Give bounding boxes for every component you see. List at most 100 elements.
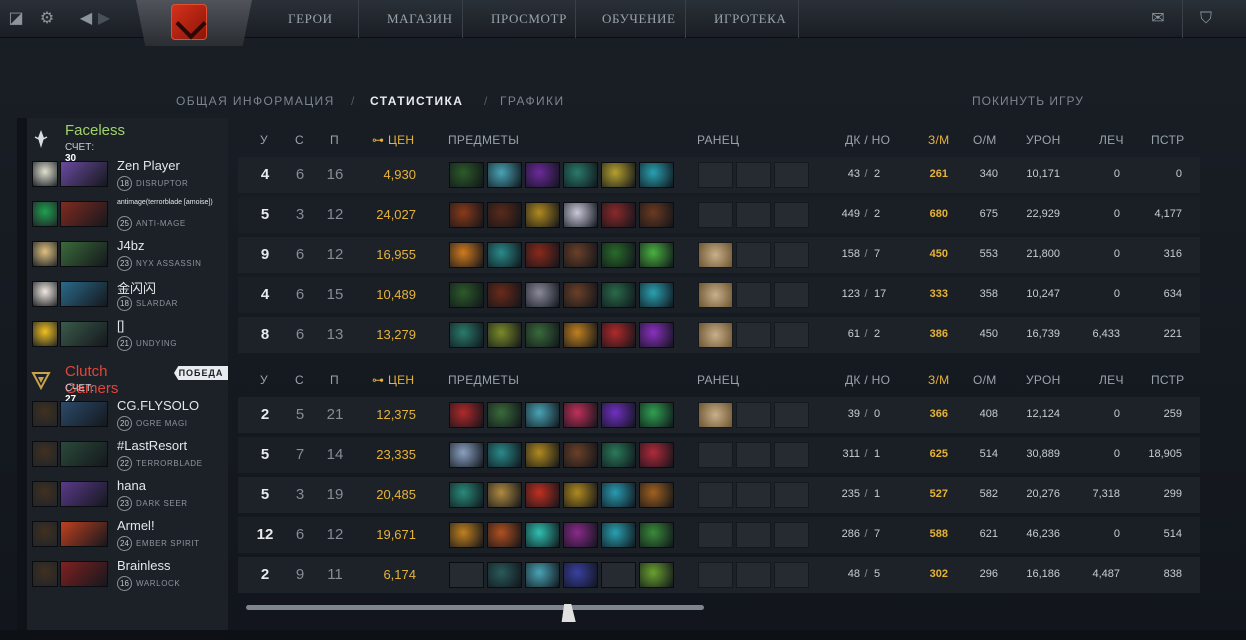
header-building-dmg[interactable]: ПСТР [1151,373,1184,387]
hero-portrait[interactable] [60,521,108,547]
header-xpm[interactable]: О/М [973,373,997,387]
item-slot-icon[interactable] [601,162,636,188]
header-xpm[interactable]: О/М [973,133,997,147]
backpack-slot-icon[interactable] [736,202,771,228]
backpack-slot-icon[interactable] [698,242,733,268]
tab-graphs[interactable]: ГРАФИКИ [500,94,564,108]
header-lh-dn[interactable]: ДК / НО [845,133,890,147]
item-slot-icon[interactable] [601,522,636,548]
mail-icon[interactable]: ✉ [1148,9,1168,29]
dota-menu-icon[interactable]: ◪ [6,9,26,29]
player-card[interactable]: Armel! 24 EMBER SPIRIT [30,517,228,553]
backpack-slot-icon[interactable] [698,442,733,468]
item-slot-icon[interactable] [639,482,674,508]
hero-portrait[interactable] [60,481,108,507]
item-slot-icon[interactable] [487,282,522,308]
item-slot-icon[interactable] [487,522,522,548]
forward-arrow-icon[interactable]: ▶ [94,9,114,29]
header-gpm[interactable]: З/М [928,373,949,387]
backpack-slot-icon[interactable] [736,442,771,468]
settings-gear-icon[interactable]: ⚙ [37,9,57,29]
header-networth[interactable]: ⊶ ЦЕН [372,373,414,387]
header-heal[interactable]: ЛЕЧ [1099,133,1124,147]
header-building-dmg[interactable]: ПСТР [1151,133,1184,147]
leave-game-button[interactable]: ПОКИНУТЬ ИГРУ [972,94,1084,108]
nav-store[interactable]: МАГАЗИН [387,11,453,27]
backpack-slot-icon[interactable] [736,402,771,428]
item-slot-icon[interactable] [639,442,674,468]
header-damage[interactable]: УРОН [1026,133,1061,147]
item-slot-icon[interactable] [449,482,484,508]
item-slot-icon[interactable] [563,162,598,188]
backpack-slot-icon[interactable] [698,522,733,548]
hero-portrait[interactable] [60,241,108,267]
item-slot-icon[interactable] [563,442,598,468]
back-arrow-icon[interactable]: ◀ [76,9,96,29]
header-networth[interactable]: ⊶ ЦЕН [372,133,414,147]
item-slot-icon[interactable] [449,322,484,348]
header-deaths[interactable]: С [295,133,304,147]
player-name[interactable]: Armel! [117,518,155,533]
avatar[interactable] [32,321,58,347]
avatar[interactable] [32,161,58,187]
item-slot-icon[interactable] [525,402,560,428]
backpack-slot-icon[interactable] [736,242,771,268]
hero-portrait[interactable] [60,561,108,587]
item-slot-icon[interactable] [525,242,560,268]
backpack-slot-icon[interactable] [774,242,809,268]
header-lh-dn[interactable]: ДК / НО [845,373,890,387]
player-name[interactable]: Zen Player [117,158,180,173]
item-slot-icon[interactable] [487,562,522,588]
avatar[interactable] [32,441,58,467]
backpack-slot-icon[interactable] [736,282,771,308]
backpack-slot-icon[interactable] [698,282,733,308]
item-slot-icon[interactable] [487,402,522,428]
item-slot-icon[interactable] [639,282,674,308]
item-slot-icon[interactable] [639,522,674,548]
item-slot-icon[interactable] [563,562,598,588]
backpack-slot-icon[interactable] [774,402,809,428]
backpack-slot-icon[interactable] [736,562,771,588]
item-slot-icon[interactable] [601,402,636,428]
item-slot-icon[interactable] [563,282,598,308]
item-slot-icon[interactable] [487,242,522,268]
nav-heroes[interactable]: ГЕРОИ [288,11,333,27]
player-name[interactable]: CG.FLYSOLO [117,398,199,413]
item-slot-icon[interactable] [449,522,484,548]
player-card[interactable]: 金闪闪 18 SLARDAR [30,277,228,313]
backpack-slot-icon[interactable] [736,482,771,508]
item-slot-icon[interactable] [525,282,560,308]
item-slot-icon[interactable] [563,322,598,348]
item-slot-icon[interactable] [525,202,560,228]
backpack-slot-icon[interactable] [698,322,733,348]
nav-arcade[interactable]: ИГРОТЕКА [714,11,786,27]
header-kills[interactable]: У [260,133,268,147]
backpack-slot-icon[interactable] [698,562,733,588]
item-slot-icon[interactable] [639,402,674,428]
item-slot-icon[interactable] [601,442,636,468]
player-card[interactable]: [] 21 UNDYING [30,317,228,353]
item-slot-icon[interactable] [525,162,560,188]
backpack-slot-icon[interactable] [774,162,809,188]
item-slot-icon[interactable] [525,322,560,348]
item-slot-icon[interactable] [487,322,522,348]
item-slot-icon[interactable] [487,442,522,468]
player-name[interactable]: #LastResort [117,438,187,453]
item-slot-icon[interactable] [563,402,598,428]
item-slot-icon[interactable] [449,442,484,468]
backpack-slot-icon[interactable] [774,202,809,228]
player-name[interactable]: antimage(terrorblade [amoise]) [117,199,217,207]
player-name[interactable]: 金闪闪 [117,278,156,297]
item-slot-icon[interactable] [449,162,484,188]
tab-overview[interactable]: ОБЩАЯ ИНФОРМАЦИЯ [176,94,335,108]
armory-icon[interactable]: ⛉ [1196,9,1216,29]
avatar[interactable] [32,401,58,427]
header-assists[interactable]: П [330,133,339,147]
hero-portrait[interactable] [60,201,108,227]
avatar[interactable] [32,561,58,587]
item-slot-icon[interactable] [601,482,636,508]
player-card[interactable]: antimage(terrorblade [amoise]) 25 ANTI-MAG… [30,197,228,233]
item-slot-icon[interactable] [639,242,674,268]
item-slot-icon[interactable] [449,202,484,228]
backpack-slot-icon[interactable] [698,162,733,188]
